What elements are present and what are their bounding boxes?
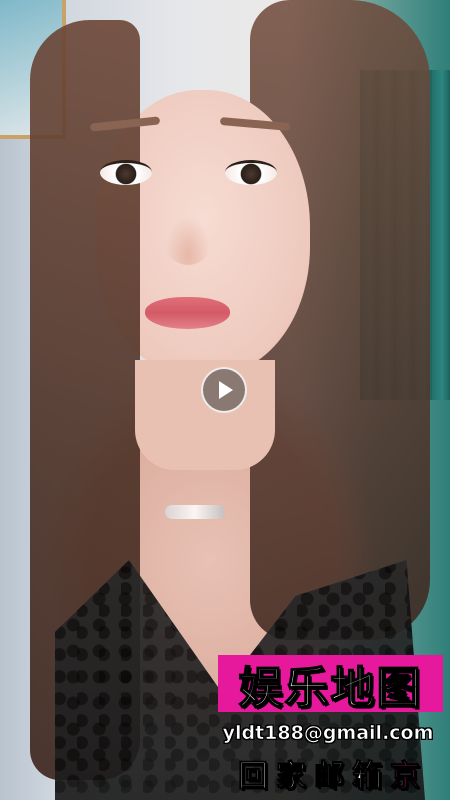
video-player-screen[interactable]: 娱乐地图 yldt188@gmail.com 回家邮箱京 <box>0 0 450 800</box>
watermark-footer: 回家邮箱京 <box>238 751 448 795</box>
right-eye <box>225 160 277 185</box>
necklace <box>165 505 225 519</box>
watermark-overlay: 娱乐地图 yldt188@gmail.com 回家邮箱京 <box>208 655 446 795</box>
watermark-email: yldt188@gmail.com <box>222 722 434 745</box>
watermark-footer-main: 回家邮箱 <box>238 759 390 795</box>
watermark-footer-tail: 京 <box>390 759 428 795</box>
watermark-title: 娱乐地图 <box>218 655 443 714</box>
left-eye <box>100 160 152 185</box>
play-button[interactable] <box>201 367 247 413</box>
nose <box>165 215 211 265</box>
lips <box>145 297 230 329</box>
play-icon <box>219 381 233 399</box>
